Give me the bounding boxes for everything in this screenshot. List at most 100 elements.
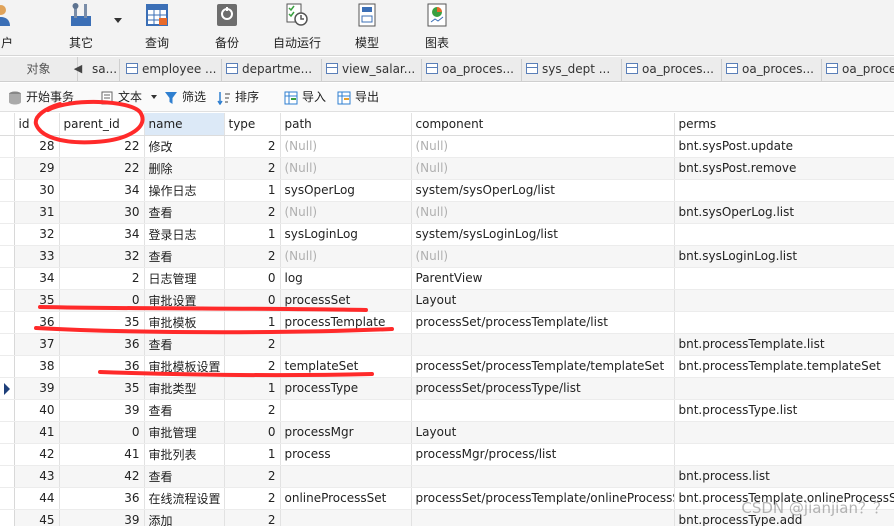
text-button[interactable]: 文本 — [100, 83, 142, 112]
cell-parent-id[interactable]: 39 — [59, 399, 145, 422]
import-button[interactable]: 导入 — [284, 83, 326, 112]
row-gutter[interactable] — [0, 245, 15, 268]
cell-type[interactable]: 2 — [224, 201, 281, 224]
cell-name[interactable]: 操作日志 — [144, 179, 225, 202]
cell-name[interactable]: 审批类型 — [144, 377, 225, 400]
table-row[interactable]: 33 32 查看 2 (Null) (Null) bnt.sysLoginLog.list — [0, 245, 894, 268]
cell-type[interactable]: 2 — [224, 355, 281, 378]
cell-path[interactable] — [280, 333, 412, 356]
cell-parent-id[interactable]: 34 — [59, 179, 145, 202]
cell-id[interactable]: 28 — [14, 135, 60, 158]
tab-scroll-left-icon[interactable]: ◀ — [70, 57, 86, 82]
cell-id[interactable]: 36 — [14, 311, 60, 334]
table-row[interactable]: 32 34 登录日志 1 sysLoginLog system/sysLoginLog/l… — [0, 223, 894, 246]
tab-item[interactable]: sa... — [88, 59, 120, 81]
table-row[interactable]: 38 36 审批模板设置 2 templateSet processSet/process… — [0, 355, 894, 378]
cell-perms[interactable] — [674, 289, 894, 312]
cell-perms[interactable] — [674, 179, 894, 202]
ribbon-automation-button[interactable]: 自动运行 — [270, 0, 324, 56]
cell-parent-id[interactable]: 39 — [59, 509, 145, 526]
cell-type[interactable]: 2 — [224, 135, 281, 158]
cell-name[interactable]: 审批管理 — [144, 421, 225, 444]
cell-parent-id[interactable]: 36 — [59, 333, 145, 356]
column-header-parent-id[interactable]: parent_id — [59, 113, 145, 136]
cell-id[interactable]: 41 — [14, 421, 60, 444]
column-header-name[interactable]: name — [144, 113, 225, 136]
cell-id[interactable]: 32 — [14, 223, 60, 246]
row-gutter[interactable] — [0, 399, 15, 422]
table-row[interactable]: 43 42 查看 2 bnt.process.list — [0, 465, 894, 488]
cell-component[interactable]: Layout — [411, 421, 675, 444]
cell-parent-id[interactable]: 0 — [59, 421, 145, 444]
cell-parent-id[interactable]: 30 — [59, 201, 145, 224]
cell-parent-id[interactable]: 41 — [59, 443, 145, 466]
tab-item[interactable]: employee ... — [124, 59, 222, 81]
table-row[interactable]: 31 30 查看 2 (Null) (Null) bnt.sysOperLog.list — [0, 201, 894, 224]
chevron-down-icon[interactable] — [114, 18, 122, 23]
sort-button[interactable]: 排序 — [217, 83, 259, 112]
cell-path[interactable]: (Null) — [280, 135, 412, 158]
cell-parent-id[interactable]: 22 — [59, 135, 145, 158]
cell-component[interactable]: (Null) — [411, 135, 675, 158]
row-gutter[interactable] — [0, 135, 15, 158]
row-gutter[interactable] — [0, 443, 15, 466]
cell-component[interactable]: (Null) — [411, 201, 675, 224]
row-gutter[interactable] — [0, 289, 15, 312]
tab-objects[interactable]: 对象 — [0, 57, 78, 82]
cell-path[interactable]: log — [280, 267, 412, 290]
cell-name[interactable]: 在线流程设置 — [144, 487, 225, 510]
cell-id[interactable]: 34 — [14, 267, 60, 290]
ribbon-other-button[interactable]: 其它 — [64, 0, 98, 56]
cell-perms[interactable]: bnt.sysOperLog.list — [674, 201, 894, 224]
cell-perms[interactable] — [674, 267, 894, 290]
cell-perms[interactable]: bnt.sysPost.update — [674, 135, 894, 158]
cell-name[interactable]: 查看 — [144, 465, 225, 488]
cell-name[interactable]: 查看 — [144, 201, 225, 224]
cell-parent-id[interactable]: 36 — [59, 487, 145, 510]
cell-id[interactable]: 31 — [14, 201, 60, 224]
tab-item[interactable]: oa_proces... — [624, 59, 722, 81]
cell-perms[interactable]: bnt.sysPost.remove — [674, 157, 894, 180]
cell-perms[interactable] — [674, 223, 894, 246]
cell-perms[interactable]: bnt.processTemplate.list — [674, 333, 894, 356]
cell-path[interactable]: process — [280, 443, 412, 466]
tab-item[interactable]: departme... — [224, 59, 322, 81]
row-gutter[interactable] — [0, 201, 15, 224]
cell-type[interactable]: 0 — [224, 267, 281, 290]
cell-perms[interactable]: bnt.processType.list — [674, 399, 894, 422]
cell-type[interactable]: 2 — [224, 157, 281, 180]
ribbon-query-button[interactable]: 查询 — [140, 0, 174, 56]
cell-type[interactable]: 2 — [224, 487, 281, 510]
table-row[interactable]: 28 22 修改 2 (Null) (Null) bnt.sysPost.update — [0, 135, 894, 158]
cell-type[interactable]: 2 — [224, 245, 281, 268]
cell-component[interactable] — [411, 399, 675, 422]
table-row[interactable]: 40 39 查看 2 bnt.processType.list — [0, 399, 894, 422]
tab-item[interactable]: oa_proces... — [724, 59, 822, 81]
cell-path[interactable] — [280, 465, 412, 488]
cell-component[interactable]: system/sysLoginLog/list — [411, 223, 675, 246]
cell-path[interactable]: processMgr — [280, 421, 412, 444]
row-gutter[interactable] — [0, 421, 15, 444]
row-gutter[interactable] — [0, 509, 15, 526]
ribbon-backup-button[interactable]: 备份 — [210, 0, 244, 56]
cell-type[interactable]: 0 — [224, 289, 281, 312]
cell-type[interactable]: 1 — [224, 443, 281, 466]
table-row[interactable]: 37 36 查看 2 bnt.processTemplate.list — [0, 333, 894, 356]
cell-parent-id[interactable]: 35 — [59, 377, 145, 400]
cell-component[interactable]: processSet/processType/list — [411, 377, 675, 400]
cell-id[interactable]: 33 — [14, 245, 60, 268]
cell-perms[interactable]: bnt.process.list — [674, 465, 894, 488]
cell-id[interactable]: 37 — [14, 333, 60, 356]
tab-item[interactable]: sys_dept ... — [524, 59, 622, 81]
cell-name[interactable]: 审批设置 — [144, 289, 225, 312]
cell-component[interactable]: processSet/processTemplate/templateSet — [411, 355, 675, 378]
cell-name[interactable]: 审批模板设置 — [144, 355, 225, 378]
cell-parent-id[interactable]: 0 — [59, 289, 145, 312]
cell-name[interactable]: 审批模板 — [144, 311, 225, 334]
chevron-down-icon[interactable] — [151, 95, 157, 99]
cell-name[interactable]: 审批列表 — [144, 443, 225, 466]
row-gutter[interactable] — [0, 355, 15, 378]
cell-name[interactable]: 修改 — [144, 135, 225, 158]
table-row[interactable]: 41 0 审批管理 0 processMgr Layout — [0, 421, 894, 444]
cell-perms[interactable] — [674, 421, 894, 444]
